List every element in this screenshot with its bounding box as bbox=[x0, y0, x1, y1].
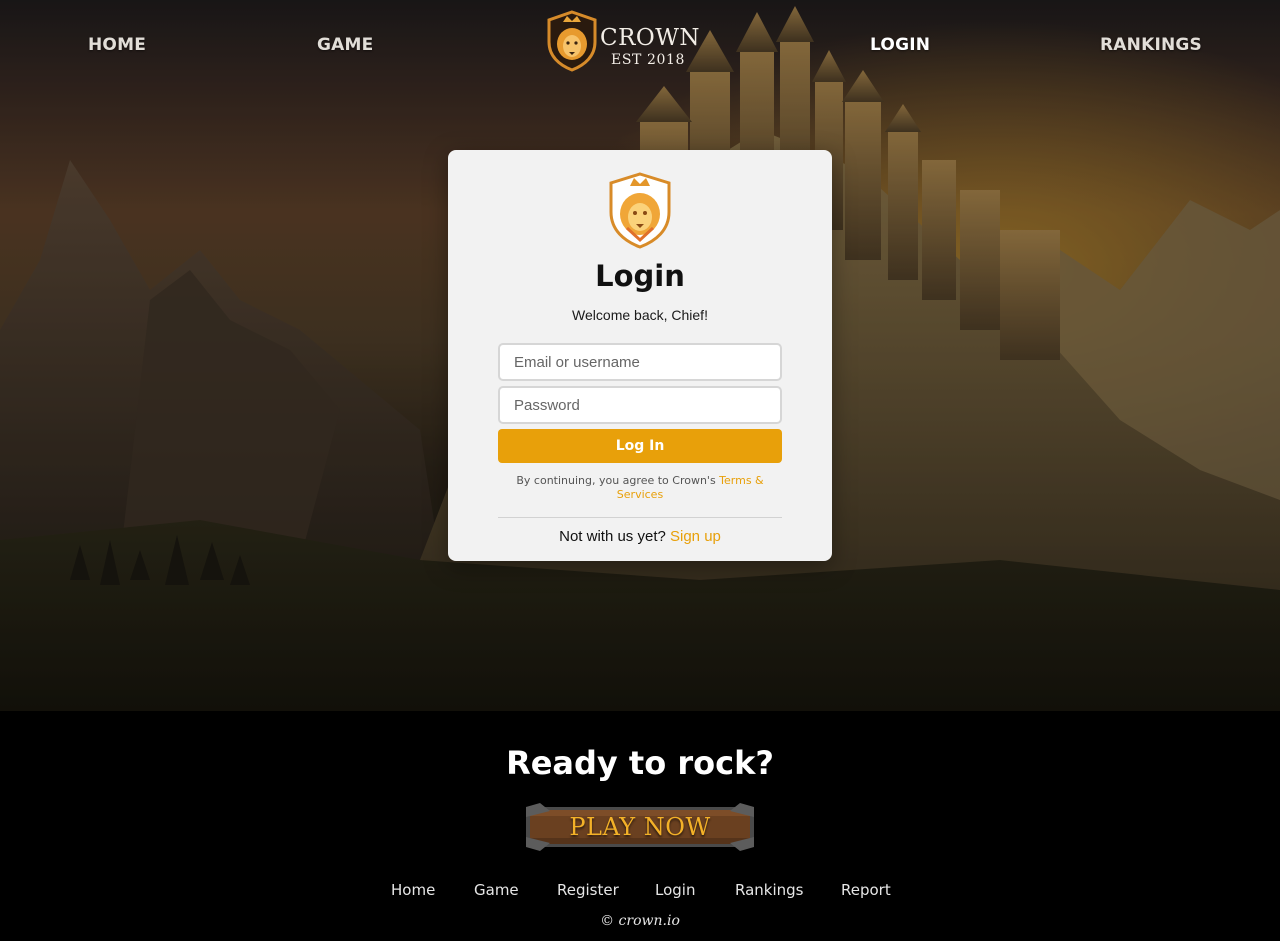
welcome-message: Welcome back, Chief! bbox=[572, 307, 708, 323]
password-input[interactable] bbox=[498, 386, 782, 424]
copyright-text: © crown.io bbox=[600, 913, 680, 929]
signup-prefix: Not with us yet? bbox=[559, 528, 670, 545]
play-now-label: PLAY NOW bbox=[569, 813, 711, 841]
log-in-button[interactable]: Log In bbox=[498, 429, 782, 463]
brand-logo[interactable]: CROWN EST 2018 bbox=[545, 10, 705, 74]
lion-crest-shield-icon bbox=[609, 172, 671, 249]
brand-established: EST 2018 bbox=[611, 52, 686, 68]
nav-home[interactable]: HOME bbox=[88, 34, 146, 56]
brand-name: CROWN bbox=[600, 25, 701, 51]
footer: Ready to rock? PLAY NOW Home Game Regist… bbox=[0, 711, 1280, 941]
login-title: Login bbox=[595, 259, 685, 293]
nav-game[interactable]: GAME bbox=[317, 34, 373, 56]
nav-login[interactable]: LOGIN bbox=[870, 34, 930, 56]
lion-crest-shield-icon bbox=[547, 10, 597, 72]
terms-prefix: By continuing, you agree to Crown's bbox=[516, 474, 720, 487]
footer-link-rankings[interactable]: Rankings bbox=[735, 881, 804, 899]
footer-link-game[interactable]: Game bbox=[474, 881, 519, 899]
signup-prompt: Not with us yet? Sign up bbox=[448, 528, 832, 546]
email-username-input[interactable] bbox=[498, 343, 782, 381]
footer-heading: Ready to rock? bbox=[506, 744, 774, 782]
play-now-button[interactable]: PLAY NOW bbox=[526, 803, 754, 851]
login-card: Login Welcome back, Chief! Log In By con… bbox=[448, 150, 832, 561]
footer-link-report[interactable]: Report bbox=[841, 881, 891, 899]
nav-rankings[interactable]: RANKINGS bbox=[1100, 34, 1202, 56]
footer-link-home[interactable]: Home bbox=[391, 881, 435, 899]
sign-up-link[interactable]: Sign up bbox=[670, 528, 721, 545]
footer-link-login[interactable]: Login bbox=[655, 881, 695, 899]
card-divider bbox=[498, 517, 782, 518]
terms-notice: By continuing, you agree to Crown's Term… bbox=[510, 474, 770, 502]
footer-link-register[interactable]: Register bbox=[557, 881, 619, 899]
